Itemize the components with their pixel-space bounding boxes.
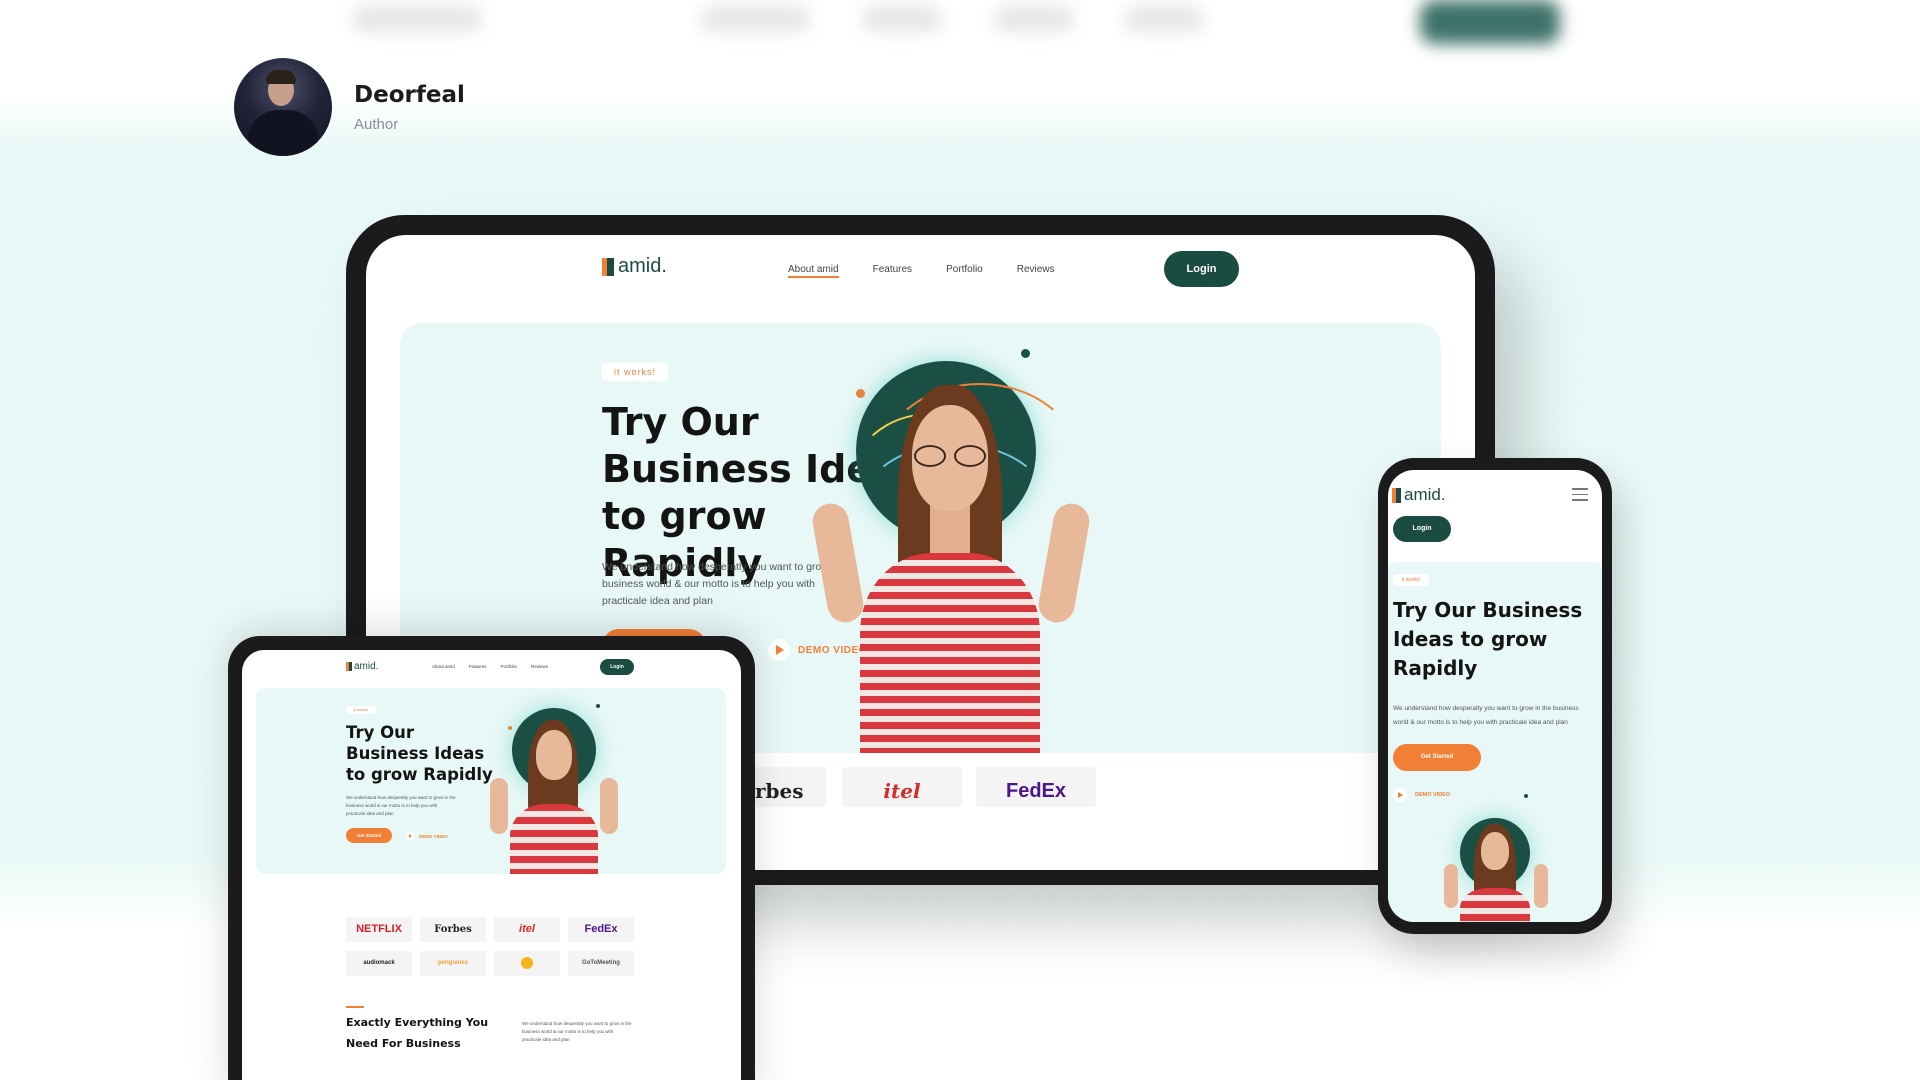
circle-logo-icon [521,957,533,970]
hero-badge: it works! [1393,574,1429,586]
hero-woman-image [1444,818,1554,922]
logo-itel: itel [842,767,962,807]
demo-video-link[interactable]: DEMO VIDEO [406,832,448,840]
logo-mark-icon [602,257,614,276]
logo-mark-icon [346,662,352,671]
section-title: Exactly Everything You Need For Business [346,1016,489,1050]
nav-reviews[interactable]: Reviews [1017,264,1055,278]
hero-headline: Try Our Business Ideas to grow Rapidly [1393,598,1583,680]
hero-woman-image [809,353,1093,753]
section-accent-line [346,1006,364,1008]
author-name: Deorfeal [354,81,465,108]
blurred-background-nav [0,0,1920,60]
section-description: We understand how desperatly you want to… [522,1021,632,1042]
hero-badge: it works! [346,706,376,714]
get-started-button[interactable]: Get Started [1393,744,1481,771]
author-card: Deorfeal Author [234,58,465,156]
nav-features[interactable]: Features [873,264,912,278]
hero-badge: it works! [602,363,668,381]
logo-forbes: Forbes [420,917,486,942]
get-started-button[interactable]: Get Started [346,828,392,843]
site-nav: amid. About amid Features Portfolio Revi… [366,235,1475,325]
site-logo[interactable]: amid. [602,255,667,278]
phone-screen: amid. Login it works! Try Our Business I… [1388,470,1602,922]
hero-section: it works! Try Our Business Ideas to grow… [256,688,726,874]
logo-penguines: penguines [420,951,486,976]
logo-audiomack: audiomack [346,951,412,976]
nav-features[interactable]: Features [469,664,487,669]
brand-name: amid. [618,255,667,277]
play-icon [1393,788,1407,802]
nav-links: About amid Features Portfolio Reviews [788,264,1055,278]
phone-mockup: amid. Login it works! Try Our Business I… [1378,458,1612,934]
logo-gotomeeting: GoToMeeting [568,951,634,976]
site-logo[interactable]: amid. [346,661,378,672]
nav-portfolio[interactable]: Portfolio [501,664,518,669]
login-button[interactable]: Login [600,659,634,675]
hero-section: it works! Try Our Business Ideas to grow… [1388,562,1602,922]
login-button[interactable]: Login [1393,516,1451,542]
author-avatar [234,58,332,156]
nav-about[interactable]: About amid [788,264,839,278]
logo-netflix: NETFLIX [346,917,412,942]
menu-icon[interactable] [1572,488,1588,502]
nav-portfolio[interactable]: Portfolio [946,264,983,278]
logo-fedex: FedEx [976,767,1096,807]
tablet-mockup: amid. About amid Features Portfolio Revi… [228,636,755,1080]
nav-links: About amid Features Portfolio Reviews [432,664,548,669]
logo-fedex: FedEx [568,917,634,942]
logo-mark-icon [1392,487,1401,503]
hero-headline: Try Our Business Ideas to grow Rapidly [346,723,493,784]
logo-circle [494,951,560,976]
tablet-screen: amid. About amid Features Portfolio Revi… [242,650,741,1080]
nav-about[interactable]: About amid [432,664,455,669]
play-icon [406,832,414,840]
nav-reviews[interactable]: Reviews [531,664,548,669]
decor-dot-green [1524,794,1528,798]
login-button[interactable]: Login [1164,251,1239,287]
hero-description: We understand how desperatly you want to… [1393,705,1579,726]
logo-itel: itel [494,917,560,942]
hero-woman-image [490,708,620,874]
author-role: Author [354,115,399,133]
site-logo[interactable]: amid. [1392,485,1446,505]
play-icon [768,639,790,661]
demo-video-link[interactable]: DEMO VIDEO [1393,788,1450,802]
hero-description: We understand how desperatly you want to… [346,795,456,816]
